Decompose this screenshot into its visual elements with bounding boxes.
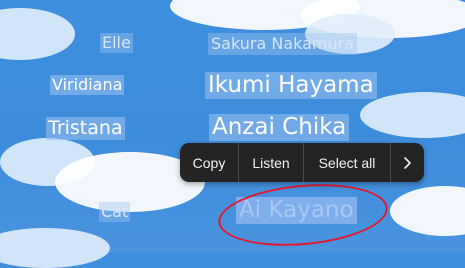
red-annotation-circle [215,177,391,253]
select-all-menu-item[interactable]: Select all [304,143,390,182]
row-title-ikumi-hayama[interactable]: Ikumi Hayama [205,72,377,99]
row-name-cat[interactable]: Cat [99,202,131,222]
row-name-elle[interactable]: Elle [100,33,133,53]
row-name-viridiana[interactable]: Viridiana [50,75,125,95]
text-context-menu: Copy Listen Select all [180,143,424,182]
row-title-anzai-chika[interactable]: Anzai Chika [209,114,350,141]
chevron-right-icon [404,156,411,169]
copy-menu-item[interactable]: Copy [180,143,238,182]
row-title-sakura-nakamura[interactable]: Sakura Nakamura [208,33,358,55]
row-name-tristana[interactable]: Tristana [46,117,125,140]
more-options-button[interactable] [391,143,423,182]
listen-menu-item[interactable]: Listen [239,143,303,182]
